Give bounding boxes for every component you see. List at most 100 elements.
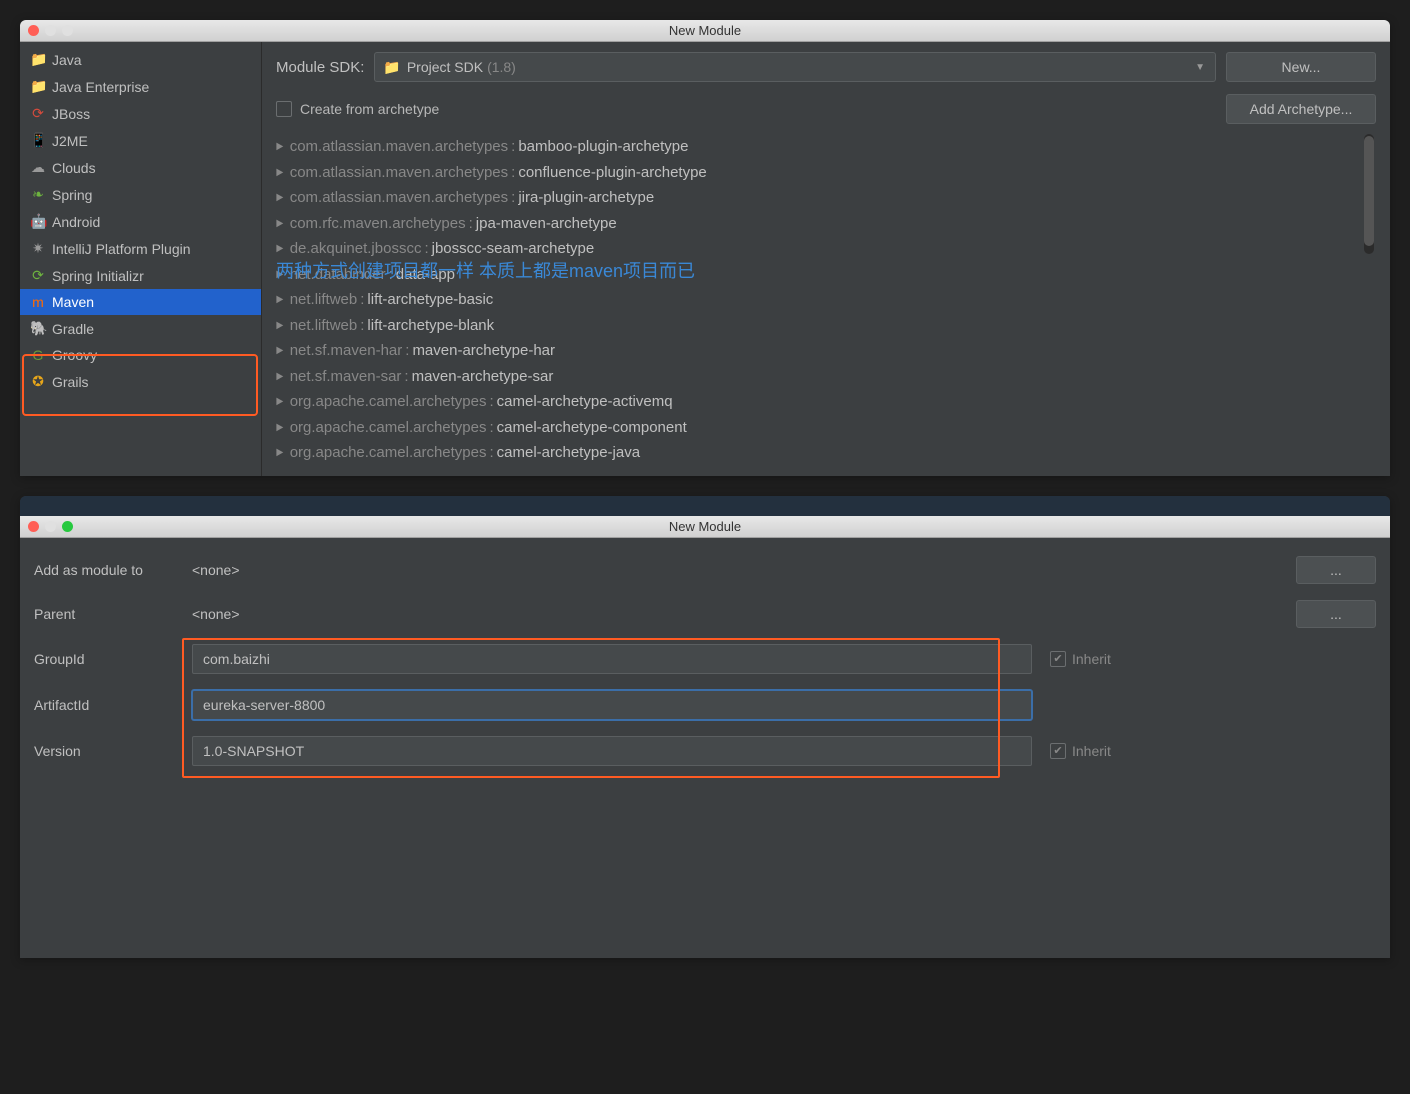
scrollbar-thumb[interactable] xyxy=(1364,136,1374,246)
version-label: Version xyxy=(34,743,174,759)
sidebar-item-label: Grails xyxy=(52,374,89,390)
groovy-icon: G xyxy=(30,347,46,363)
spring-icon: ❧ xyxy=(30,186,46,203)
archetype-item[interactable]: ▶org.apache.camel.archetypes:camel-arche… xyxy=(276,389,1376,415)
add-module-browse-button[interactable]: ... xyxy=(1296,556,1376,584)
grails-icon: ✪ xyxy=(30,373,46,390)
archetype-prefix: com.atlassian.maven.archetypes xyxy=(290,134,508,160)
triangle-right-icon: ▶ xyxy=(276,368,283,385)
main-panel: Module SDK: 📁 Project SDK (1.8) ▼ New...… xyxy=(262,42,1390,476)
sidebar-item-android[interactable]: 🤖 Android xyxy=(20,208,261,235)
archetype-prefix: net.liftweb xyxy=(290,287,358,313)
archetype-prefix: com.rfc.maven.archetypes xyxy=(290,211,466,237)
sidebar-item-label: Maven xyxy=(52,294,94,310)
separator: : xyxy=(360,287,364,313)
minimize-button[interactable] xyxy=(45,25,56,36)
groupid-input[interactable] xyxy=(192,644,1032,674)
archetype-item[interactable]: ▶org.apache.camel.archetypes:camel-arche… xyxy=(276,415,1376,441)
version-input[interactable] xyxy=(192,736,1032,766)
sidebar-item-label: JBoss xyxy=(52,106,90,122)
add-archetype-button[interactable]: Add Archetype... xyxy=(1226,94,1376,124)
close-button[interactable] xyxy=(28,25,39,36)
archetype-name: camel-archetype-java xyxy=(497,440,640,466)
archetype-item[interactable]: ▶net.liftweb:lift-archetype-basic xyxy=(276,287,1376,313)
sidebar-item-label: Gradle xyxy=(52,321,94,337)
archetype-name: jpa-maven-archetype xyxy=(476,211,617,237)
traffic-lights-2 xyxy=(28,521,73,532)
triangle-right-icon: ▶ xyxy=(276,291,283,308)
new-sdk-button[interactable]: New... xyxy=(1226,52,1376,82)
sidebar-item-gradle[interactable]: 🐘 Gradle xyxy=(20,315,261,342)
sidebar-item-label: Spring Initializr xyxy=(52,268,144,284)
add-module-to-value: <none> xyxy=(192,562,1278,578)
groupid-label: GroupId xyxy=(34,651,174,667)
sidebar-item-spring-initializr[interactable]: ⟳ Spring Initializr xyxy=(20,262,261,289)
archetype-item[interactable]: ▶com.atlassian.maven.archetypes:bamboo-p… xyxy=(276,134,1376,160)
j2me-icon: 📱 xyxy=(30,132,46,149)
create-from-archetype-label: Create from archetype xyxy=(300,101,439,117)
archetype-name: bamboo-plugin-archetype xyxy=(518,134,688,160)
archetype-list[interactable]: ▶ com.atlassian.maven.archetypes: bamboo-p… xyxy=(276,134,1376,466)
gradle-icon: 🐘 xyxy=(30,320,46,337)
maximize-button[interactable] xyxy=(62,521,73,532)
sidebar-item-clouds[interactable]: ☁Clouds xyxy=(20,154,261,181)
archetype-item[interactable]: ▶com.atlassian.maven.archetypes:jira-plu… xyxy=(276,185,1376,211)
sidebar-item-java[interactable]: 📁Java xyxy=(20,46,261,73)
close-button[interactable] xyxy=(28,521,39,532)
parent-browse-button[interactable]: ... xyxy=(1296,600,1376,628)
module-form: Add as module to <none> ... Parent <none… xyxy=(20,538,1390,800)
window-title-1: New Module xyxy=(20,23,1390,38)
triangle-right-icon: ▶ xyxy=(276,317,283,334)
archetype-prefix: com.atlassian.maven.archetypes xyxy=(290,185,508,211)
module-sdk-dropdown[interactable]: 📁 Project SDK (1.8) ▼ xyxy=(374,52,1216,82)
maximize-button[interactable] xyxy=(62,25,73,36)
separator: : xyxy=(489,389,493,415)
separator: : xyxy=(404,364,408,390)
scrollbar[interactable] xyxy=(1364,134,1374,254)
archetype-name: camel-archetype-component xyxy=(497,415,687,441)
archetype-item[interactable]: ▶com.rfc.maven.archetypes:jpa-maven-arch… xyxy=(276,211,1376,237)
triangle-right-icon: ▶ xyxy=(276,138,283,155)
module-type-sidebar: 📁Java📁Java Enterprise⟳JBoss📱J2ME☁Clouds❧… xyxy=(20,42,262,476)
minimize-button[interactable] xyxy=(45,521,56,532)
sidebar-item-grails[interactable]: ✪ Grails xyxy=(20,368,261,395)
folder-icon: 📁 xyxy=(383,59,400,76)
archetype-item[interactable]: ▶net.sf.maven-har:maven-archetype-har xyxy=(276,338,1376,364)
archetype-item[interactable]: ▶org.apache.camel.archetypes:camel-arche… xyxy=(276,440,1376,466)
archetype-item[interactable]: ▶net.liftweb:lift-archetype-blank xyxy=(276,313,1376,339)
annotation-overlay-text: 两种方式创建项目都一样 本质上都是maven项目而已 xyxy=(276,256,695,287)
archetype-item[interactable]: ▶net.sf.maven-sar:maven-archetype-sar xyxy=(276,364,1376,390)
sdk-value: Project SDK xyxy=(407,59,483,75)
sidebar-item-jboss[interactable]: ⟳JBoss xyxy=(20,100,261,127)
new-module-window-1: New Module 📁Java📁Java Enterprise⟳JBoss📱J… xyxy=(20,20,1390,476)
chevron-down-icon: ▼ xyxy=(1195,62,1205,73)
archetype-name: maven-archetype-sar xyxy=(412,364,554,390)
triangle-right-icon: ▶ xyxy=(276,419,283,436)
sidebar-item-spring[interactable]: ❧ Spring xyxy=(20,181,261,208)
sdk-version: (1.8) xyxy=(487,59,516,75)
create-from-archetype-checkbox[interactable] xyxy=(276,101,292,117)
sidebar-item-label: Spring xyxy=(52,187,92,203)
separator: : xyxy=(489,415,493,441)
sidebar-item-label: Android xyxy=(52,214,100,230)
parent-label: Parent xyxy=(34,606,174,622)
separator: : xyxy=(469,211,473,237)
groupid-inherit[interactable]: Inherit xyxy=(1050,651,1140,667)
sidebar-item-intellij-platform-plugin[interactable]: ✷IntelliJ Platform Plugin xyxy=(20,235,261,262)
intellij-platform-plugin-icon: ✷ xyxy=(30,240,46,257)
spring-initializr-icon: ⟳ xyxy=(30,267,46,284)
sidebar-item-maven[interactable]: mMaven xyxy=(20,289,261,315)
archetype-item[interactable]: ▶com.atlassian.maven.archetypes:confluen… xyxy=(276,160,1376,186)
sidebar-item-java-enterprise[interactable]: 📁Java Enterprise xyxy=(20,73,261,100)
triangle-right-icon: ▶ xyxy=(276,393,283,410)
artifactid-input[interactable] xyxy=(192,690,1032,720)
sidebar-item-label: Java Enterprise xyxy=(52,79,149,95)
sidebar-item-j2me[interactable]: 📱J2ME xyxy=(20,127,261,154)
sidebar-item-groovy[interactable]: GGroovy xyxy=(20,342,261,368)
android-icon: 🤖 xyxy=(30,213,46,230)
version-inherit[interactable]: Inherit xyxy=(1050,743,1140,759)
triangle-right-icon: ▶ xyxy=(276,444,283,461)
archetype-name: jira-plugin-archetype xyxy=(518,185,654,211)
archetype-name: maven-archetype-har xyxy=(412,338,555,364)
archetype-name: confluence-plugin-archetype xyxy=(518,160,706,186)
